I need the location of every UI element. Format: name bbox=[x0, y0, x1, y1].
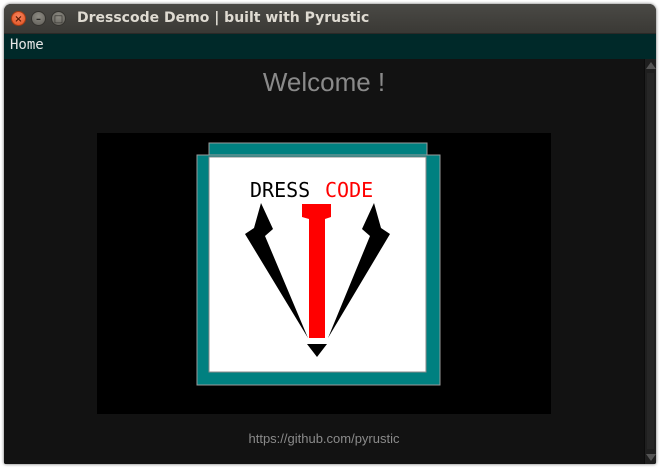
logo-word-dress: DRESS bbox=[250, 178, 310, 202]
logo-word-code: CODE bbox=[325, 178, 373, 202]
scroll-up-arrow-icon[interactable] bbox=[646, 62, 656, 69]
dresscode-logo: DRESS CODE bbox=[196, 142, 441, 386]
menu-item-home[interactable]: Home bbox=[10, 37, 44, 53]
scroll-thumb[interactable] bbox=[647, 73, 654, 449]
menu-bar: Home bbox=[4, 34, 656, 59]
maximize-window-button[interactable]: □ bbox=[51, 11, 66, 26]
app-window: × – □ Dresscode Demo | built with Pyrust… bbox=[4, 4, 656, 464]
window-title: Dresscode Demo | built with Pyrustic bbox=[77, 10, 370, 26]
logo-image-canvas: DRESS CODE bbox=[97, 133, 551, 414]
page-title: Welcome ! bbox=[262, 67, 386, 97]
main-content: Welcome ! DRESS CODE https://github.com/… bbox=[4, 59, 644, 464]
logo-frame-top-tab bbox=[208, 142, 428, 157]
title-bar[interactable]: × – □ Dresscode Demo | built with Pyrust… bbox=[4, 4, 656, 34]
vertical-scrollbar[interactable] bbox=[644, 59, 656, 464]
github-link[interactable]: https://github.com/pyrustic bbox=[4, 431, 644, 446]
minimize-window-button[interactable]: – bbox=[31, 11, 46, 26]
close-window-button[interactable]: × bbox=[11, 11, 26, 26]
scroll-down-arrow-icon[interactable] bbox=[646, 454, 656, 461]
